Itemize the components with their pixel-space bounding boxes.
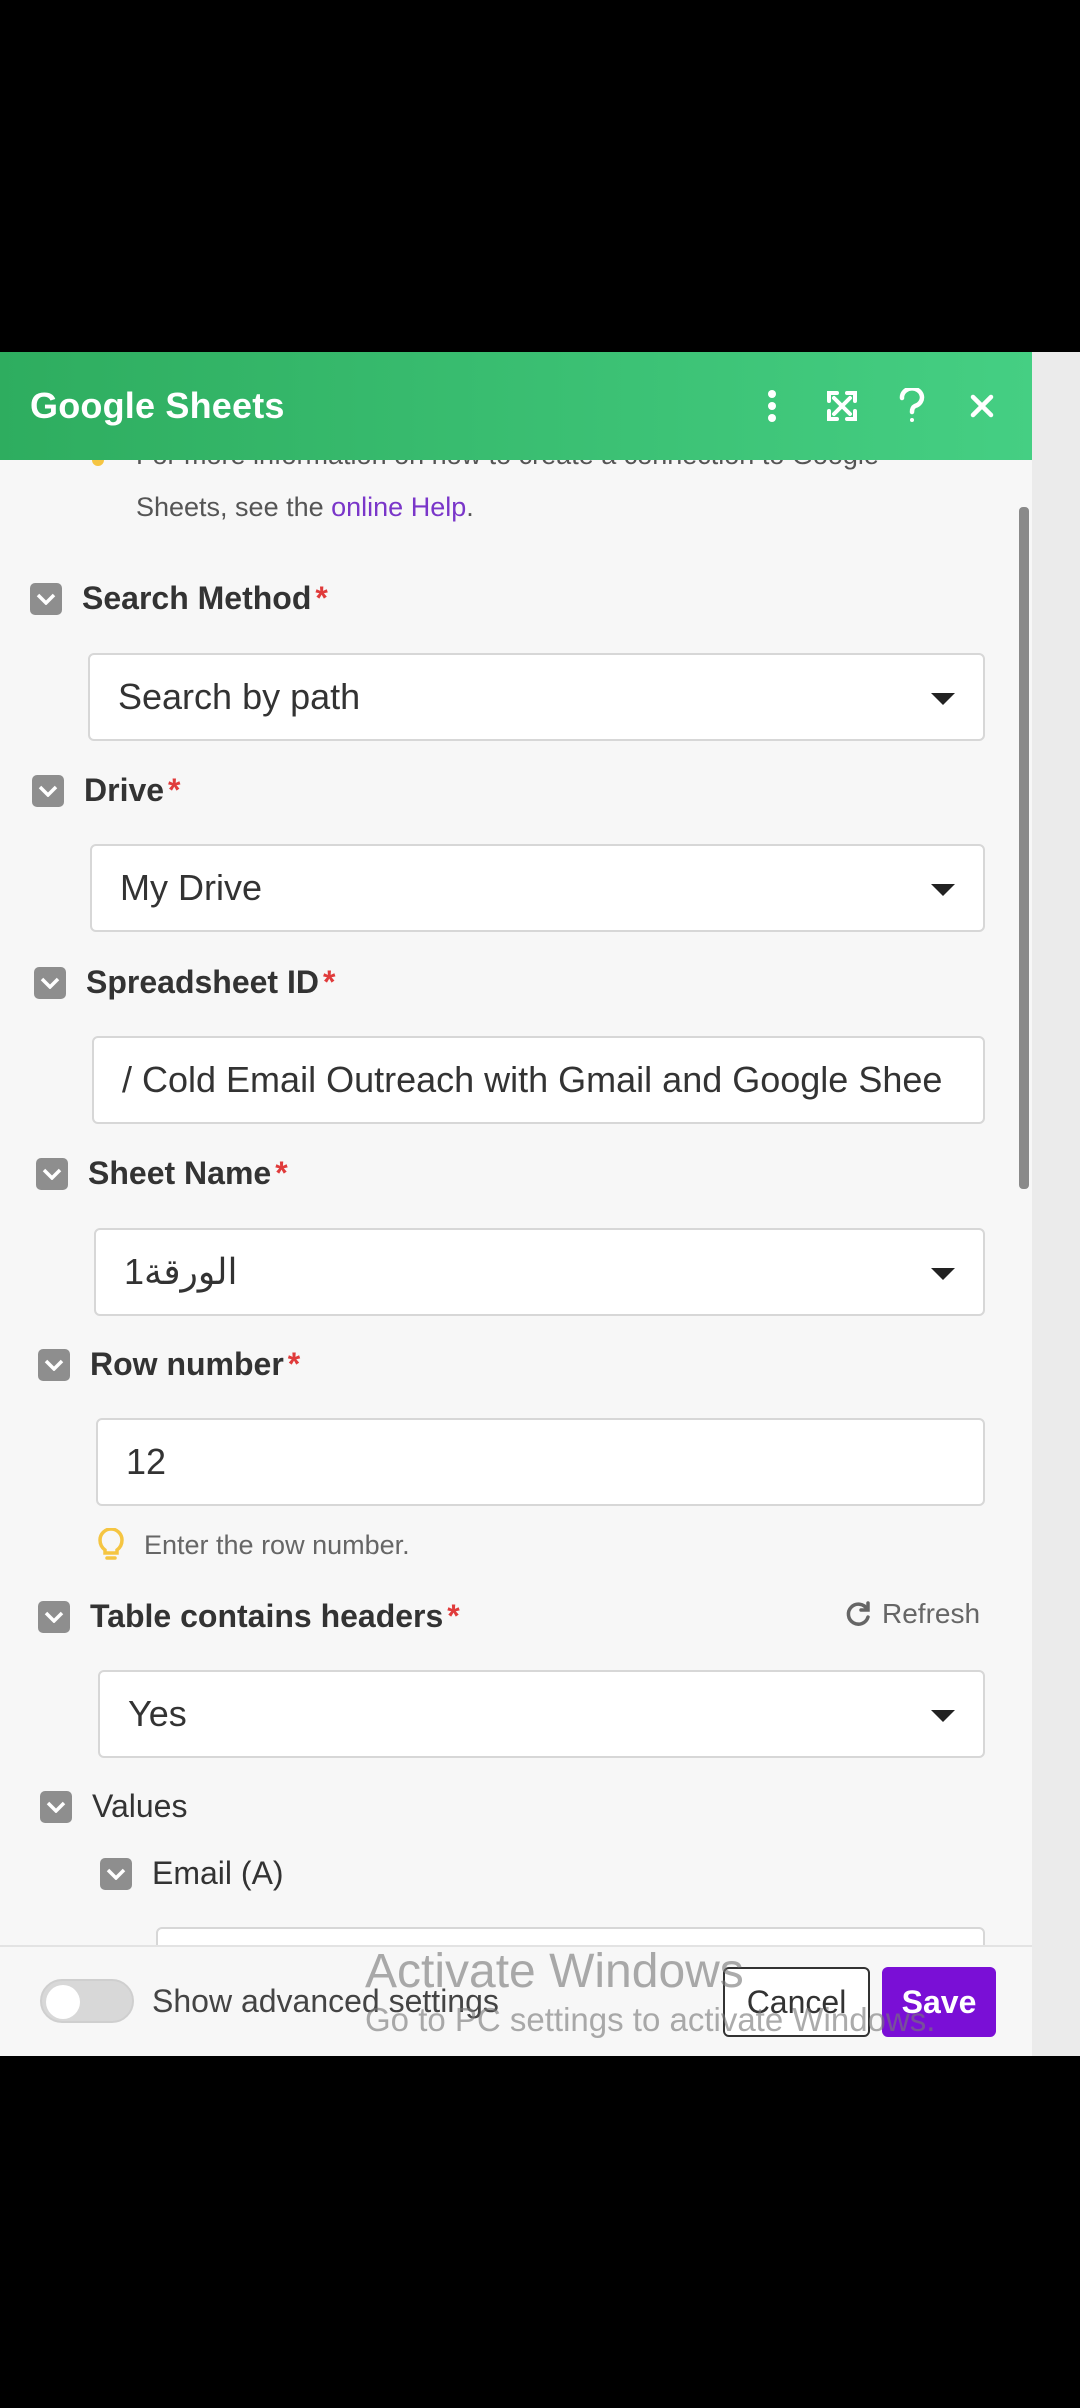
collapse-checkbox-icon[interactable] (38, 1600, 70, 1633)
chevron-down-icon (931, 1710, 955, 1722)
spreadsheet-id-label-text: Spreadsheet ID (86, 964, 319, 1000)
collapse-checkbox-icon[interactable] (36, 1157, 68, 1190)
sheet-name-label-text: Sheet Name (88, 1155, 272, 1191)
help-text: Sheets, see the online Help. (136, 492, 474, 523)
collapse-checkbox-icon[interactable] (38, 1348, 70, 1381)
email-label: Email (A) (100, 1855, 284, 1892)
dialog-header: Google Sheets (0, 352, 1032, 460)
collapse-checkbox-icon[interactable] (30, 582, 62, 615)
required-marker: * (168, 772, 181, 808)
form-scroll-area: For more information on how to create a … (0, 460, 1032, 1945)
dialog-title: Google Sheets (30, 385, 285, 426)
refresh-icon (846, 1601, 870, 1626)
row-number-input[interactable]: 12 (96, 1418, 985, 1506)
drive-select[interactable]: My Drive (90, 844, 985, 932)
values-label-text: Values (92, 1788, 188, 1824)
collapse-checkbox-icon[interactable] (34, 966, 66, 999)
spreadsheet-id-input[interactable]: / Cold Email Outreach with Gmail and Goo… (92, 1036, 985, 1124)
chevron-down-icon (931, 1268, 955, 1280)
expand-icon[interactable] (822, 386, 862, 426)
tip-bulb-icon (92, 460, 104, 466)
spreadsheet-id-label: Spreadsheet ID * (34, 964, 335, 1001)
table-headers-label: Table contains headers * (38, 1598, 460, 1635)
required-marker: * (447, 1598, 460, 1634)
advanced-settings-label: Show advanced settings (152, 1983, 499, 2019)
required-marker: * (275, 1155, 288, 1191)
help-icon[interactable] (892, 386, 932, 426)
table-headers-value: Yes (128, 1693, 187, 1734)
chevron-down-icon (931, 693, 955, 705)
row-number-hint-text: Enter the row number. (144, 1529, 410, 1560)
table-headers-select[interactable]: Yes (98, 1670, 985, 1758)
online-help-link[interactable]: online Help (331, 492, 466, 522)
sheet-name-select[interactable]: الورقة1 (94, 1228, 985, 1316)
toggle-knob (46, 1985, 80, 2019)
dialog-footer: Show advanced settings Cancel Save (0, 1945, 1032, 2056)
email-input[interactable] (156, 1927, 985, 1945)
help-text-cutoff: For more information on how to create a … (136, 460, 879, 471)
google-sheets-dialog: Google Sheets For more information on ho… (0, 352, 1032, 2056)
required-marker: * (315, 580, 328, 616)
help-text-prefix: Sheets, see the (136, 492, 332, 522)
help-text-suffix: . (466, 492, 474, 522)
scrollbar-thumb[interactable] (1019, 507, 1029, 1189)
more-options-icon[interactable] (752, 386, 792, 426)
drive-label-text: Drive (84, 772, 165, 808)
chevron-down-icon (931, 884, 955, 896)
spreadsheet-id-value: / Cold Email Outreach with Gmail and Goo… (122, 1059, 943, 1100)
drive-label: Drive * (32, 772, 181, 809)
search-method-value: Search by path (118, 676, 361, 717)
header-actions (752, 386, 1002, 426)
row-number-label-text: Row number (90, 1346, 284, 1382)
search-method-label-text: Search Method (82, 580, 312, 616)
values-label: Values (40, 1788, 187, 1825)
save-button[interactable]: Save (882, 1967, 996, 2037)
drive-value: My Drive (120, 867, 262, 908)
sheet-name-label: Sheet Name * (36, 1155, 288, 1192)
cancel-button[interactable]: Cancel (723, 1967, 870, 2037)
collapse-checkbox-icon[interactable] (100, 1857, 132, 1890)
row-number-value: 12 (126, 1441, 167, 1482)
advanced-settings-toggle[interactable] (40, 1979, 134, 2023)
close-icon[interactable] (962, 386, 1002, 426)
table-headers-label-text: Table contains headers (90, 1598, 444, 1634)
collapse-checkbox-icon[interactable] (40, 1790, 72, 1823)
refresh-button[interactable]: Refresh (844, 1598, 980, 1630)
collapse-checkbox-icon[interactable] (32, 774, 64, 807)
row-number-hint: Enter the row number. (98, 1528, 410, 1562)
required-marker: * (322, 964, 336, 1000)
search-method-label: Search Method * (30, 580, 328, 617)
email-label-text: Email (A) (152, 1855, 284, 1891)
sheet-name-value: الورقة1 (124, 1251, 238, 1292)
search-method-select[interactable]: Search by path (88, 653, 985, 741)
row-number-label: Row number * (38, 1346, 300, 1383)
required-marker: * (287, 1346, 301, 1382)
refresh-label: Refresh (882, 1598, 981, 1629)
lightbulb-icon (98, 1528, 124, 1560)
